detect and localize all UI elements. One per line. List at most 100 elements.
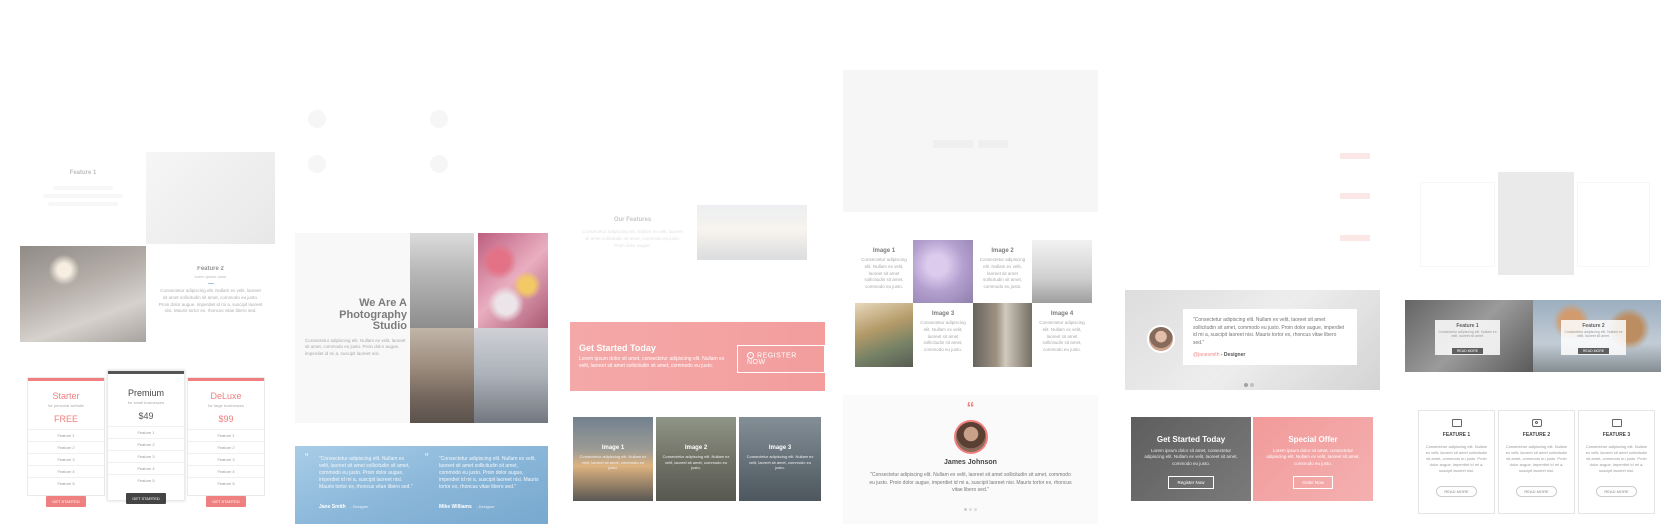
grid-image4-text: Consectetur adipiscing elit. Nullam ex v… [1039,320,1085,352]
tulips-photo [478,233,548,328]
plan-feature: Feature 2 [108,438,184,450]
plan-feature: Feature 3 [188,453,264,465]
feature2-text: Consectetur adipiscing elit. Nullam ex v… [158,288,263,314]
read-more-button[interactable]: READ MORE [1516,486,1557,497]
grid-image3-text: Consectetur adipiscing elit. Nullam ex v… [920,320,966,352]
testimonial-name: James Johnson [944,459,997,466]
feature-cards-row: FEATURE 1 Consectetur adipiscing elit. N… [1418,410,1663,514]
get-started-button[interactable]: GET STARTED [126,493,166,504]
studio-title-3: Studio [372,320,407,333]
image-grid-block: Image 1 Consectetur adipiscing elit. Nul… [855,240,1092,367]
plan-price: FREE [53,414,78,424]
feature-card-text: Consectetur adipiscing elit. Nullam ex v… [1425,444,1488,473]
pricing-premium: Premium for small businesses $49 Feature… [107,370,185,504]
forest-photo [973,303,1032,367]
desk-photo [146,152,275,244]
register-now-button[interactable]: Register Now [1168,475,1214,489]
grid-image2-text: Consectetur adipiscing elit. Nullam ex v… [979,257,1026,289]
ghost-pricing-block [1420,172,1650,275]
cta-dark: Get Started Today Lorem ipsum dolor sit … [1131,417,1251,501]
image-card-text: Consectetur adipiscing elit. Nullam ex v… [579,454,647,471]
plan-feature: Feature 5 [188,477,264,489]
testimonial-card-block: "Consectetur adipiscing elit. Nullam ex … [1125,290,1380,390]
testimonial-role: - Designer [476,504,495,509]
feature2-subtitle: lorem ipsum dolor [194,274,227,279]
feature-card: FEATURE 3 Consectetur adipiscing elit. N… [1578,410,1655,514]
plan-feature: Feature 4 [108,462,184,474]
feature-card-text: Consectetur adipiscing elit. Nullam ex v… [1505,444,1568,473]
avatar [953,420,988,454]
image-card-text: Consectetur adipiscing elit. Nullam ex v… [746,454,814,471]
testimonial-name: Mike Williams [439,504,472,510]
woman-photo [410,328,474,423]
plan-feature: Feature 1 [188,429,264,441]
plan-name: Premium [127,388,164,398]
studio-text: Consectetur adipiscing elit. Nullam ex v… [305,337,406,357]
ghost-hero-block [843,70,1098,212]
plan-feature: Feature 3 [108,450,184,462]
our-features-text: Consectetur adipiscing elit. Nullam ex v… [582,229,683,248]
feature-card: FEATURE 1 Consectetur adipiscing elit. N… [1418,410,1495,514]
our-features-block: Our Features Consectetur adipiscing elit… [570,205,810,280]
testimonial-text: "Consectetur adipiscing elit. Nullam ex … [319,456,413,490]
ghost-team-block [300,100,550,190]
briefcase-icon [1451,419,1462,427]
ghost-list-block [1135,150,1375,250]
lavender-photo [913,240,973,303]
cta-right-text: Lorem ipsum dolor sit amet, consectetur … [1266,448,1360,466]
wallet-icon [1611,419,1622,427]
image-card: Image 3 Consectetur adipiscing elit. Nul… [739,417,821,501]
order-now-button[interactable]: Order Now [1293,475,1333,489]
read-more-button[interactable]: READ MORE [1451,348,1484,354]
cta-text: Lorem ipsum dolor sit amet, consectetur … [579,356,725,369]
testimonials-blue: “ "Consectetur adipiscing elit. Nullam e… [295,446,548,524]
feature1-text: Consectetur adipiscing elit. Nullam ex v… [1438,330,1497,338]
get-started-button[interactable]: GET STARTED [46,496,86,507]
plan-feature: Feature 4 [188,465,264,477]
arrow-circle-icon: › [747,352,754,359]
image-cards-row: Image 1 Consectetur adipiscing elit. Nul… [573,417,823,501]
register-now-button[interactable]: › REGISTER NOW [737,345,825,374]
feature-photos-block: Feature 1 Consectetur adipiscing elit. N… [1405,300,1661,372]
testimonial-role: - Designer [1219,352,1246,358]
avatar [1147,325,1175,353]
image-card: Image 1 Consectetur adipiscing elit. Nul… [573,417,653,501]
plan-price: $99 [218,414,234,424]
testimonial-text: "Consectetur adipiscing elit. Nullam ex … [439,456,539,490]
read-more-button[interactable]: READ MORE [1577,348,1610,354]
studio-title-1: We Are A [359,297,407,309]
image-card-text: Consectetur adipiscing elit. Nullam ex v… [662,454,730,471]
read-more-button[interactable]: READ MORE [1596,486,1637,497]
plan-name: Starter [52,391,80,401]
testimonial-name: Jane Smith [319,504,346,510]
plan-feature: Feature 3 [28,453,104,465]
get-started-button[interactable]: GET STARTED [206,496,246,507]
plan-feature: Feature 2 [188,441,264,453]
plan-feature: Feature 1 [28,429,104,441]
read-more-button[interactable]: READ MORE [1436,486,1477,497]
cta-red-banner: Get Started Today Lorem ipsum dolor sit … [570,322,825,391]
road-photo [855,303,913,367]
plan-sub: for large businesses [208,403,244,408]
feature1-title: Feature 1 [69,170,97,176]
plan-sub: for personal website [48,403,84,408]
studio-block: We Are A Photography Studio Consectetur … [295,233,548,423]
plan-feature: Feature 2 [28,441,104,453]
feature2-panel: Feature 2 lorem ipsum dolor Consectetur … [146,246,275,342]
grid-image1-text: Consectetur adipiscing elit. Nullam ex v… [861,257,907,289]
plan-feature: Feature 5 [108,474,184,486]
plan-feature: Feature 4 [28,465,104,477]
cta-left-text: Lorem ipsum dolor sit amet, consectetur … [1144,448,1238,466]
pricing-deluxe: DeLuxe for large businesses $99 Feature … [187,377,265,507]
register-now-label: REGISTER NOW [747,352,797,367]
plan-name: DeLuxe [210,391,242,401]
slider-dots[interactable] [963,498,978,516]
plan-price: $49 [138,411,154,421]
camera-icon [1531,419,1542,427]
slider-dots[interactable] [1243,374,1255,390]
plan-feature: Feature 5 [28,477,104,489]
testimonial-text: "Consectetur adipiscing elit. Nullam ex … [869,472,1072,493]
testimonial-text: "Consectetur adipiscing elit. Nullam ex … [1193,317,1345,346]
cta-title: Get Started Today [579,343,656,353]
quote-icon: “ [966,400,975,417]
